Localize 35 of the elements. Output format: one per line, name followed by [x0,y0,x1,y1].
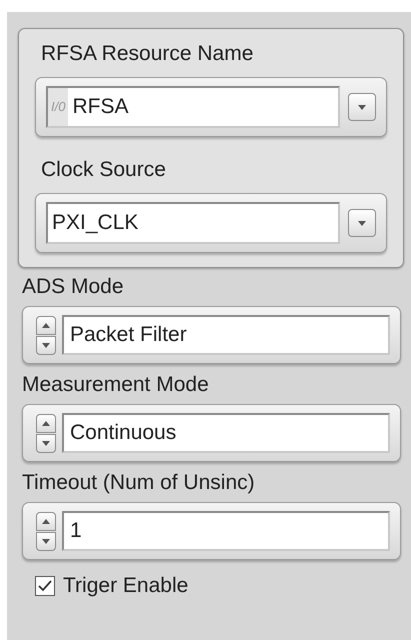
field-label: Measurement Mode [22,372,210,398]
field-value: PXI_CLK [51,210,138,236]
field-label: Clock Source [40,157,167,183]
field-value: RFSA [71,94,128,120]
up-arrow-icon [42,322,50,328]
combo-box[interactable]: I/0 RFSA [35,77,387,137]
decrement-button[interactable] [36,434,56,452]
field-label: RFSA Resource Name [40,41,254,67]
spin-control[interactable]: Packet Filter [22,306,401,364]
up-arrow-icon [42,420,50,426]
increment-button[interactable] [36,414,56,432]
dropdown-button[interactable] [348,93,376,121]
checkbox[interactable] [35,576,55,596]
increment-button[interactable] [36,316,56,334]
up-arrow-icon [42,518,50,524]
down-arrow-icon [42,538,50,544]
field-value: Continuous [69,420,176,446]
field-value: Packet Filter [69,322,187,348]
checkmark-icon [38,580,52,592]
combo-box[interactable]: PXI_CLK [35,193,387,253]
field-label: Timeout (Num of Unsinc) [22,470,256,496]
down-arrow-icon [358,220,366,226]
io-prefix: I/0 [48,88,68,126]
spin-control[interactable]: Continuous [22,404,401,462]
down-arrow-icon [42,342,50,348]
decrement-button[interactable] [36,336,56,354]
dropdown-button[interactable] [348,209,376,237]
down-arrow-icon [358,104,366,110]
field-label: ADS Mode [22,274,125,300]
increment-button[interactable] [36,512,56,530]
down-arrow-icon [42,440,50,446]
field-value: 1 [69,518,82,544]
decrement-button[interactable] [36,532,56,550]
spin-control[interactable]: 1 [22,502,401,560]
checkbox-label: Triger Enable [63,573,188,599]
